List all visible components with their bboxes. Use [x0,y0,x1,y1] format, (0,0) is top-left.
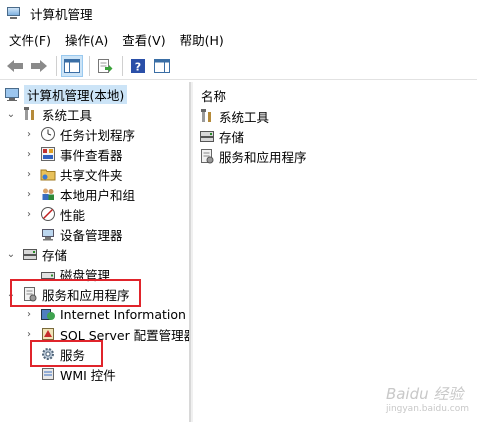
list-item-storage[interactable]: 存储 [199,126,244,146]
chevron-right-icon[interactable]: › [24,169,34,180]
list-item-label: 存储 [219,129,245,145]
help-button[interactable]: ? [127,55,149,77]
watermark-main: Baidu 经验 [385,385,464,403]
tree-item-label: 任务计划程序 [60,127,136,143]
tree-item-iis[interactable]: › Internet Information S [24,304,190,324]
tree-item-performance[interactable]: › 性能 [24,204,85,224]
menu-bar: 文件(F) 操作(A) 查看(V) 帮助(H) [0,28,477,50]
tools-icon [199,108,215,124]
computer-management-icon [4,86,20,102]
list-item-system-tools[interactable]: 系统工具 [199,106,269,126]
tree-item-label: 设备管理器 [60,227,123,243]
users-icon [40,186,56,202]
tree-item-storage[interactable]: ⌄ 存储 [6,244,67,264]
storage-icon [22,246,38,262]
list-item-label: 系统工具 [219,109,270,125]
show-hide-console-tree-button[interactable] [61,54,83,77]
chevron-right-icon[interactable]: › [24,329,34,340]
console-tree-icon [64,58,80,73]
shared-folder-icon [40,166,56,182]
computer-management-icon [6,6,22,20]
title-bar: 计算机管理 [0,0,477,26]
toolbar-separator [122,55,123,76]
menu-file[interactable]: 文件(F) [9,30,51,49]
tree-item-shared-folders[interactable]: › 共享文件夹 [24,164,123,184]
chevron-right-icon[interactable]: › [24,149,34,160]
performance-icon [40,206,56,222]
tree-item-task-scheduler[interactable]: › 任务计划程序 [24,124,135,144]
export-list-icon [98,58,113,73]
toolbar-separator [56,55,57,76]
tree-item-wmi-control[interactable]: WMI 控件 [40,364,116,384]
event-viewer-icon [40,146,56,162]
menu-help[interactable]: 帮助(H) [180,30,224,49]
tree-item-event-viewer[interactable]: › 事件查看器 [24,144,123,164]
toolbar-separator [89,55,90,76]
forward-arrow-icon [31,59,47,72]
chevron-right-icon[interactable]: › [24,129,34,140]
details-pane: 名称 系统工具 存储 服务和应用程序 Baidu 经验 jingyan.baid… [193,82,477,422]
annotation-box-services [30,340,103,367]
tree-item-label: Internet Information S [60,306,190,322]
chevron-right-icon[interactable]: › [24,209,34,220]
services-apps-icon [199,148,215,164]
show-hide-action-pane-button[interactable] [151,55,173,77]
chevron-down-icon[interactable]: ⌄ [6,249,16,260]
svg-text:?: ? [135,60,141,73]
wmi-icon [40,366,56,382]
tree-item-label: 存储 [42,247,68,263]
chevron-down-icon[interactable]: ⌄ [6,109,16,120]
back-button[interactable] [4,55,26,77]
tree-root-label: 计算机管理(本地) [24,84,128,104]
device-manager-icon [40,226,56,242]
tree-item-label: 系统工具 [42,107,93,123]
tree-root[interactable]: 计算机管理(本地) [4,84,128,104]
list-item-label: 服务和应用程序 [219,149,307,165]
storage-icon [199,128,215,144]
annotation-box-services-and-applications [10,279,141,307]
tree-item-label: WMI 控件 [60,367,116,383]
back-arrow-icon [7,59,23,72]
forward-button[interactable] [28,55,50,77]
console-tree: 计算机管理(本地) ⌄ 系统工具 › 任务计划程序 › 事件查看器 › 共享文件… [0,82,190,422]
tree-item-label: 本地用户和组 [60,187,136,203]
chevron-right-icon[interactable]: › [24,309,34,320]
iis-icon [40,306,56,322]
tree-item-device-manager[interactable]: 设备管理器 [40,224,123,244]
menu-action[interactable]: 操作(A) [65,30,108,49]
help-icon: ? [131,58,145,73]
tree-item-label: 性能 [60,207,86,223]
chevron-right-icon[interactable]: › [24,189,34,200]
tree-item-system-tools[interactable]: ⌄ 系统工具 [6,104,92,124]
column-header-name[interactable]: 名称 [201,86,226,105]
clock-icon [40,126,56,142]
toolbar: ? [0,52,477,80]
tree-item-label: 事件查看器 [60,147,123,163]
tree-item-local-users-groups[interactable]: › 本地用户和组 [24,184,135,204]
window-title: 计算机管理 [30,6,93,22]
action-pane-icon [154,58,170,73]
watermark-sub: jingyan.baidu.com [385,404,469,414]
tools-icon [22,106,38,122]
tree-item-label: 共享文件夹 [60,167,123,183]
list-item-services-and-applications[interactable]: 服务和应用程序 [199,146,307,166]
watermark: Baidu 经验 jingyan.baidu.com [386,383,469,414]
menu-view[interactable]: 查看(V) [122,30,165,49]
export-list-button[interactable] [94,55,116,77]
